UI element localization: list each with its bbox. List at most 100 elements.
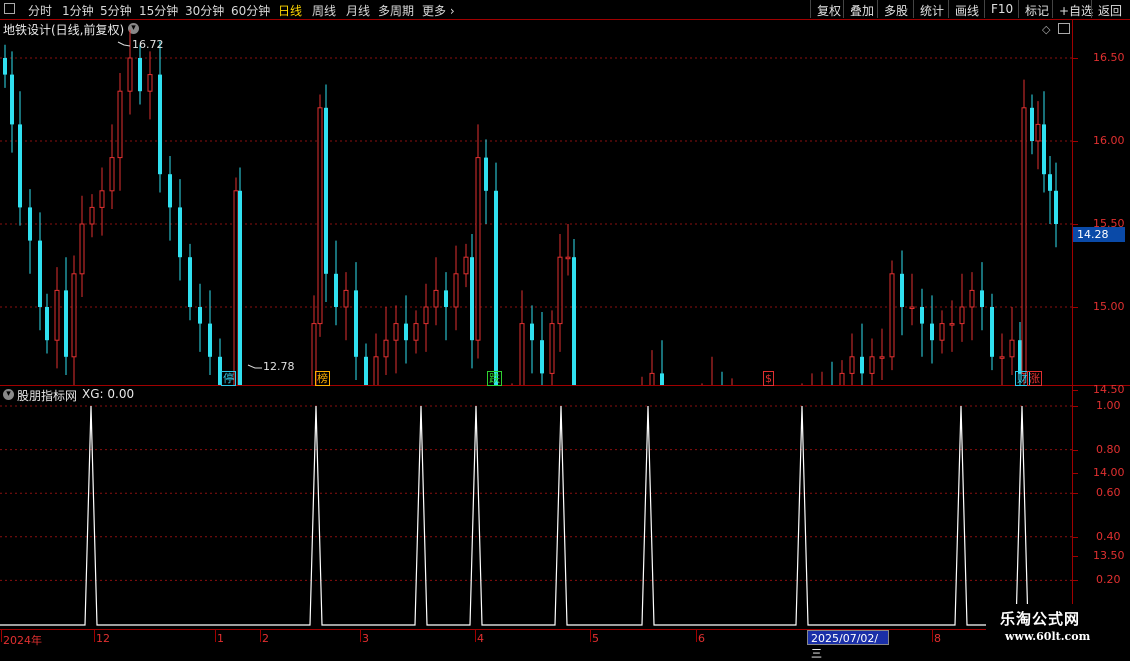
candle-body <box>54 289 60 341</box>
candle-body <box>565 256 571 260</box>
candle-body <box>869 356 875 374</box>
indicator-tick-label: 0.20 <box>1096 573 1121 587</box>
date-tick-label: 2024年 <box>3 634 42 647</box>
candle-body <box>178 207 182 258</box>
period-tab[interactable]: 60分钟 <box>231 2 270 19</box>
candle-body <box>879 356 885 359</box>
price-tick <box>1073 473 1078 474</box>
event-marker[interactable]: $ <box>763 371 774 386</box>
date-tick-label: 12 <box>96 632 110 645</box>
toolbar-button[interactable]: 标记 <box>1018 0 1055 18</box>
date-tick <box>94 630 95 642</box>
date-tick-label: 6 <box>698 632 705 645</box>
period-tab[interactable]: 1分钟 <box>62 2 94 19</box>
current-price-tag: 14.28 <box>1073 227 1125 242</box>
event-marker[interactable]: 跌 <box>487 371 502 386</box>
candle-body <box>1048 174 1052 191</box>
price-tick <box>1073 307 1078 308</box>
date-tick-label: 1 <box>217 632 224 645</box>
candle-body <box>1030 107 1034 141</box>
candle-body <box>939 323 945 341</box>
price-tick <box>1073 58 1078 59</box>
candle-body <box>572 257 576 385</box>
toolbar-button[interactable]: 复权 <box>810 0 847 18</box>
candle-body <box>549 323 555 374</box>
watermark-url: www.60lt.com <box>1005 630 1091 643</box>
toolbar-button[interactable]: 统计 <box>913 0 950 18</box>
candle-body <box>909 306 915 309</box>
period-tab[interactable]: 15分钟 <box>139 2 178 19</box>
price-tick-label: 14.00 <box>1093 466 1125 479</box>
toolbar-button[interactable]: 画线 <box>948 0 985 18</box>
candle-body <box>1054 190 1058 224</box>
price-tick <box>1073 556 1078 557</box>
candle-body <box>45 307 49 341</box>
candle-body <box>433 289 439 308</box>
indicator-tick <box>1073 449 1078 451</box>
date-tick-label: 8 <box>934 632 941 645</box>
candle-body <box>38 240 42 307</box>
candle-body <box>3 58 7 75</box>
period-tab[interactable]: 日线 <box>278 2 302 19</box>
date-tick <box>360 630 361 642</box>
candle-body <box>64 290 68 357</box>
indicator-tick <box>1073 536 1078 538</box>
period-tab[interactable]: 分时 <box>28 2 52 19</box>
candle-body <box>900 273 904 307</box>
candle-body <box>949 323 955 326</box>
candle-body <box>18 124 22 208</box>
toolbar-button[interactable]: 返回 <box>1091 0 1128 18</box>
indicator-tick <box>1073 580 1078 582</box>
candle-body <box>999 356 1005 359</box>
price-tick-label: 16.50 <box>1093 51 1125 64</box>
date-tick <box>475 630 476 642</box>
candlestick-chart[interactable] <box>0 20 1072 385</box>
period-tab[interactable]: 5分钟 <box>100 2 132 19</box>
candle-body <box>530 323 534 341</box>
indicator-grid <box>0 405 1072 581</box>
candle-body <box>71 273 77 358</box>
indicator-tick <box>1073 406 1078 407</box>
date-tick-label: 5 <box>592 632 599 645</box>
candle-body <box>354 290 358 357</box>
window-icon[interactable] <box>4 3 15 14</box>
period-tab[interactable]: 30分钟 <box>185 2 224 19</box>
toolbar-button[interactable]: F10 <box>984 0 1019 18</box>
event-marker[interactable]: 停 <box>221 371 236 386</box>
candle-body <box>470 257 474 341</box>
date-tick <box>215 630 216 642</box>
date-tick-label: 4 <box>477 632 484 645</box>
period-tab[interactable]: 周线 <box>312 2 336 19</box>
period-tab[interactable]: 更多 › <box>422 2 455 19</box>
candle-body <box>860 356 864 374</box>
candle-body <box>463 256 469 275</box>
candle-body <box>990 307 994 357</box>
price-tick <box>1073 141 1078 142</box>
indicator-chart[interactable] <box>0 386 1072 629</box>
candle-body <box>969 289 975 308</box>
candle-body <box>849 356 855 374</box>
low-price-label: 12.78 <box>263 360 295 373</box>
price-tick-label: 16.00 <box>1093 134 1125 147</box>
period-tab[interactable]: 多周期 <box>378 2 414 19</box>
candle-body <box>444 290 448 307</box>
event-marker[interactable]: 榜 <box>315 371 330 386</box>
candle-body <box>364 356 368 385</box>
candle-body <box>649 372 655 385</box>
price-tick <box>1073 390 1078 391</box>
candle-body <box>79 223 85 275</box>
candle-body <box>317 107 323 325</box>
period-tab[interactable]: 月线 <box>346 2 370 19</box>
candle-body <box>475 157 481 341</box>
candle-body <box>1021 107 1027 374</box>
candle-body <box>138 58 142 92</box>
event-marker[interactable]: 涨 <box>1027 371 1042 386</box>
toolbar-button[interactable]: 叠加 <box>843 0 880 18</box>
candle-body <box>28 207 32 241</box>
candle-body <box>453 273 459 308</box>
candle-body <box>373 356 379 385</box>
indicator-tick-label: 0.80 <box>1096 442 1121 456</box>
date-tick <box>1 630 2 642</box>
toolbar-button[interactable]: 多股 <box>877 0 914 18</box>
indicator-tick <box>1073 493 1078 495</box>
